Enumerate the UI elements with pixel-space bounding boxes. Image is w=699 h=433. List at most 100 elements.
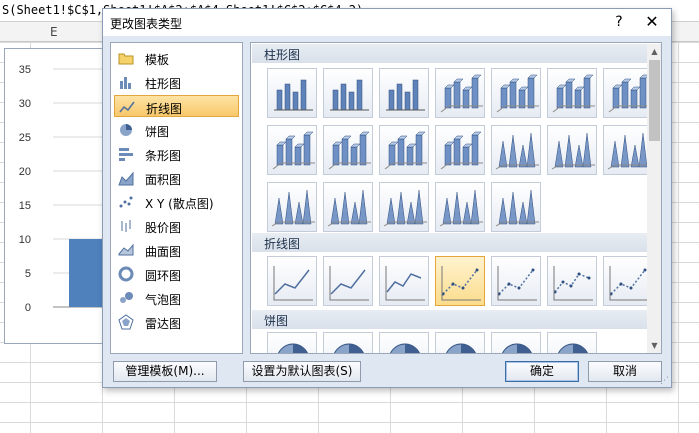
pie-subtype-thumb[interactable] (491, 332, 541, 353)
dialog-titlebar[interactable]: 更改图表类型 ? ✕ (103, 9, 671, 36)
manage-templates-button[interactable]: 管理模板(M)... (113, 361, 217, 382)
column-subtype-thumb[interactable] (267, 182, 317, 232)
column-header-e[interactable]: E (50, 25, 58, 39)
scroll-up-arrow-icon[interactable]: ▲ (647, 44, 661, 59)
column-subtype-thumb[interactable] (603, 125, 653, 175)
ok-button[interactable]: 确定 (505, 361, 579, 382)
column-subtype-thumb[interactable] (491, 125, 541, 175)
folder-icon (118, 50, 134, 66)
chart-type-label: X Y (散点图) (145, 197, 214, 211)
chart-type-item[interactable]: 条形图 (114, 143, 239, 165)
y-tick-label: 10 (19, 234, 31, 246)
line-subtype-thumb[interactable] (379, 256, 429, 306)
chart-type-item[interactable]: X Y (散点图) (114, 191, 239, 213)
column-subtype-thumb[interactable] (435, 182, 485, 232)
chart-plot: 35 30 25 20 15 10 5 0 (19, 64, 109, 314)
chart-type-label: 雷达图 (145, 317, 182, 331)
y-tick-label: 15 (19, 200, 31, 212)
bubble-chart-icon (118, 290, 134, 306)
pie-subtype-thumb[interactable] (323, 332, 373, 353)
chart-type-list: 模板柱形图折线图饼图条形图面积图 X Y (散点图) 股价图曲面图圆环图气泡图雷达图 (110, 42, 243, 354)
section-header-column: 柱形图 (252, 44, 647, 63)
set-default-chart-button[interactable]: 设置为默认图表(S) (243, 361, 361, 382)
pie-chart-icon (118, 122, 134, 138)
close-button[interactable]: ✕ (640, 11, 664, 33)
chart-type-item[interactable]: 圆环图 (114, 263, 239, 285)
chart-type-label: 面积图 (145, 173, 182, 187)
chart-type-label: 股价图 (145, 221, 182, 235)
column-subtype-thumb[interactable] (379, 125, 429, 175)
chart-type-item[interactable]: 雷达图 (114, 311, 239, 333)
radar-chart-icon (118, 314, 134, 330)
chart-type-label: 折线图 (146, 102, 183, 116)
column-subtype-thumb[interactable] (491, 182, 541, 232)
line-subtype-thumb[interactable] (547, 256, 597, 306)
column-subtype-thumb[interactable] (435, 125, 485, 175)
stock-chart-icon (118, 218, 134, 234)
chart-area[interactable]: 35 30 25 20 15 10 5 0 (4, 48, 109, 344)
column-subtype-thumb[interactable] (491, 68, 541, 118)
chart-type-item[interactable]: 股价图 (114, 215, 239, 237)
chart-type-label: 圆环图 (145, 269, 182, 283)
line-subtype-thumb[interactable] (603, 256, 653, 306)
chart-type-label: 模板 (145, 53, 170, 67)
resize-grip-icon[interactable]: ⋰ (660, 376, 670, 386)
column-subtype-thumb[interactable] (603, 68, 653, 118)
section-label-pie: 饼图 (264, 314, 289, 328)
chart-type-item[interactable]: 气泡图 (114, 287, 239, 309)
section-header-line: 折线图 (252, 233, 647, 252)
y-tick-label: 35 (19, 64, 31, 76)
y-tick-label: 0 (25, 302, 31, 314)
chart-subtype-gallery: 柱形图 折线图 饼图 ▲ ▼ (250, 42, 662, 354)
column-subtype-thumb[interactable] (267, 68, 317, 118)
pie-subtype-thumb[interactable] (435, 332, 485, 353)
chart-type-label: 曲面图 (145, 245, 182, 259)
pie-subtype-thumb[interactable] (379, 332, 429, 353)
chart-type-label: 气泡图 (145, 293, 182, 307)
chart-type-item[interactable]: 曲面图 (114, 239, 239, 261)
column-subtype-thumb[interactable] (379, 182, 429, 232)
line-subtype-thumb[interactable] (435, 256, 485, 306)
line-subtype-thumb[interactable] (491, 256, 541, 306)
line-chart-icon (119, 99, 135, 115)
gallery-scrollbar[interactable]: ▲ ▼ (647, 44, 661, 353)
scatter-chart-icon (118, 194, 134, 210)
column-subtype-thumb[interactable] (435, 68, 485, 118)
column-subtype-thumb[interactable] (547, 125, 597, 175)
chart-type-item[interactable]: 折线图 (114, 95, 239, 117)
chart-type-item[interactable]: 柱形图 (114, 71, 239, 93)
area-chart-icon (118, 170, 134, 186)
y-tick-label: 30 (19, 98, 31, 110)
help-button[interactable]: ? (608, 11, 630, 33)
column-subtype-thumb[interactable] (323, 68, 373, 118)
chart-type-label: 柱形图 (145, 77, 182, 91)
y-tick-label: 20 (19, 166, 31, 178)
scroll-down-arrow-icon[interactable]: ▼ (647, 338, 661, 353)
doughnut-chart-icon (118, 266, 134, 282)
scroll-thumb[interactable] (649, 60, 660, 141)
column-subtype-thumb[interactable] (323, 125, 373, 175)
chart-type-label: 饼图 (145, 125, 170, 139)
chart-type-item[interactable]: 面积图 (114, 167, 239, 189)
column-subtype-thumb[interactable] (547, 68, 597, 118)
pie-subtype-thumb[interactable] (267, 332, 317, 353)
y-tick-label: 25 (19, 132, 31, 144)
surface-chart-icon (118, 242, 134, 258)
section-label-column: 柱形图 (264, 48, 301, 62)
bar-chart-icon (118, 146, 134, 162)
section-label-line: 折线图 (264, 237, 301, 251)
line-subtype-thumb[interactable] (323, 256, 373, 306)
chart-type-label: 条形图 (145, 149, 182, 163)
chart-type-item[interactable]: 模板 (114, 47, 239, 69)
chart-type-item[interactable]: 饼图 (114, 119, 239, 141)
line-subtype-thumb[interactable] (267, 256, 317, 306)
cancel-button[interactable]: 取消 (588, 361, 662, 382)
dialog-title: 更改图表类型 (110, 17, 183, 31)
column-subtype-thumb[interactable] (379, 68, 429, 118)
pie-subtype-thumb[interactable] (547, 332, 597, 353)
column-chart-icon (118, 74, 134, 90)
column-subtype-thumb[interactable] (323, 182, 373, 232)
column-subtype-thumb[interactable] (267, 125, 317, 175)
y-tick-label: 5 (25, 268, 31, 280)
change-chart-type-dialog: 更改图表类型 ? ✕ 模板 柱形图 折线图 饼图 条形图 面积图 X Y (散点图) 股价图曲… (102, 8, 672, 388)
